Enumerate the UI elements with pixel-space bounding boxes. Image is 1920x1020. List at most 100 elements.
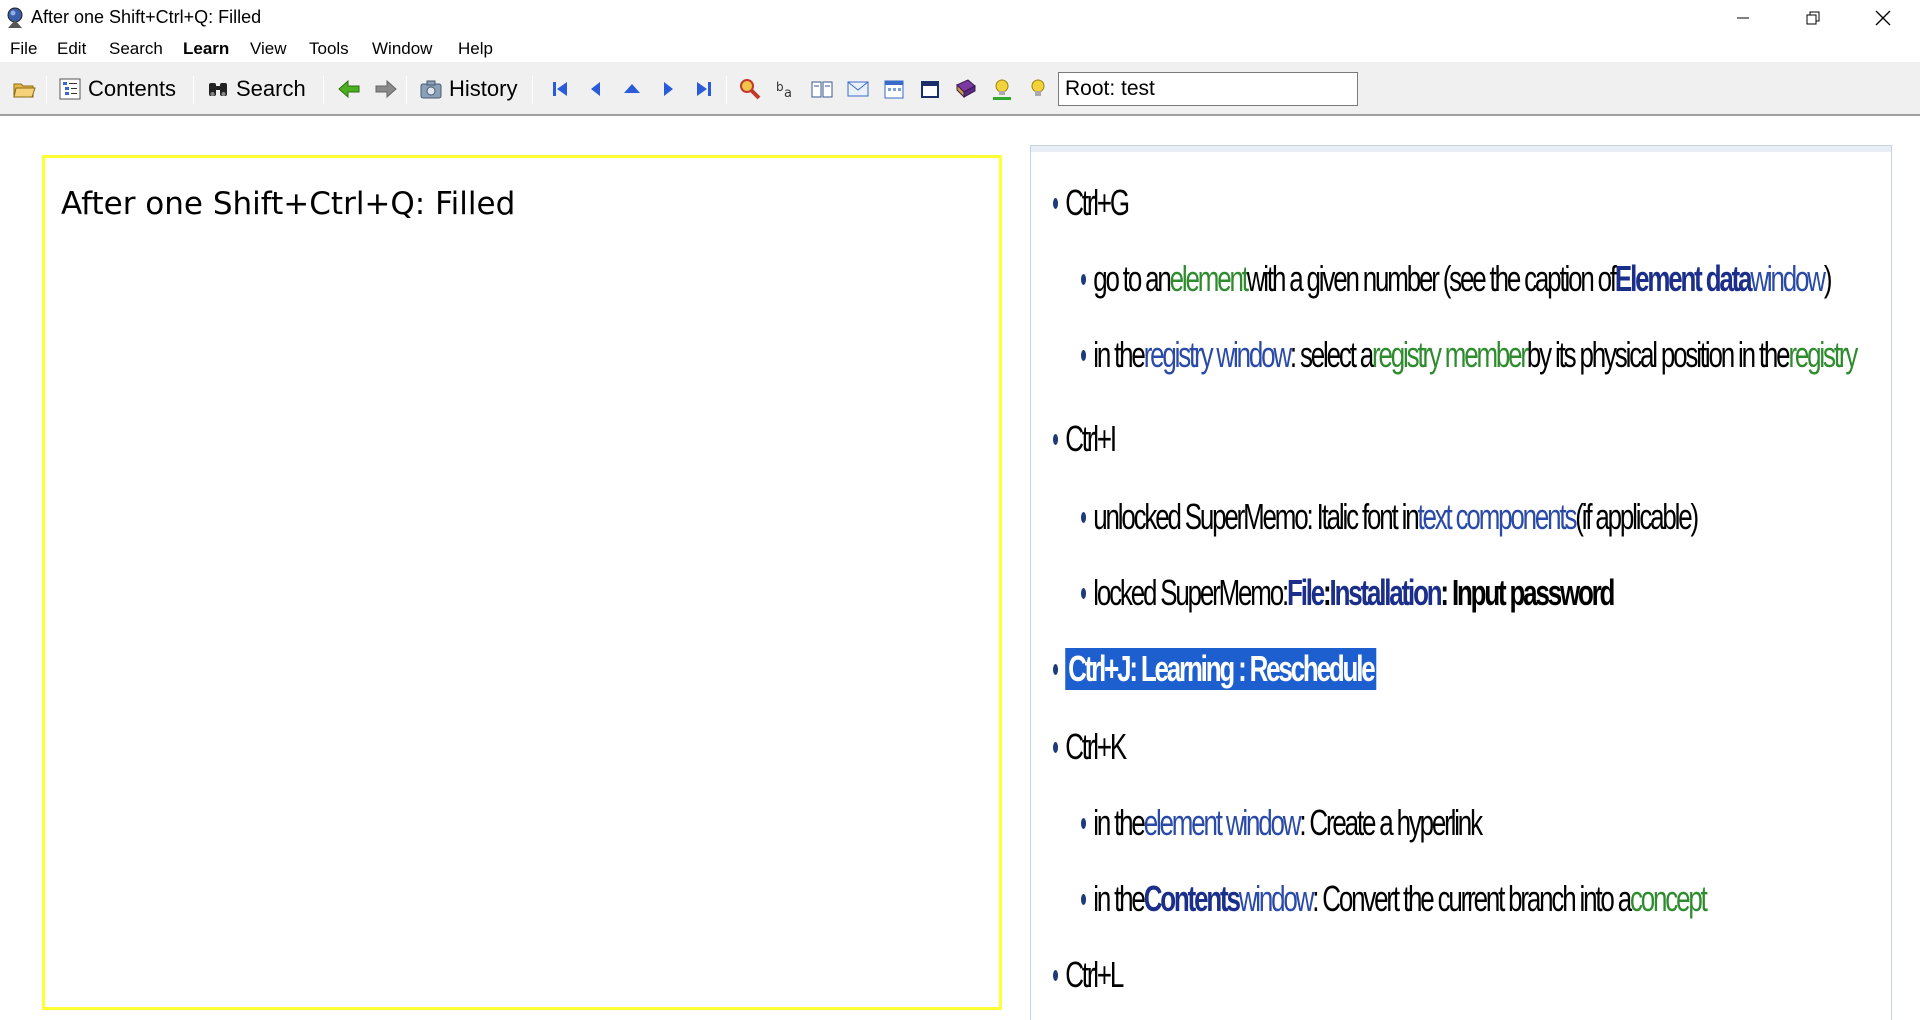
restore-icon	[1806, 11, 1820, 25]
lightbulb-icon	[1031, 79, 1045, 96]
html-content-panel[interactable]: Ctrl+G go to an element with a given num…	[1030, 145, 1892, 1020]
bullet-icon	[1081, 273, 1087, 285]
selected-text[interactable]: Ctrl+J: Learning : Reschedule	[1065, 648, 1377, 690]
supermemo-app-icon[interactable]	[3, 6, 27, 30]
shortcut-label: Ctrl+I	[1065, 418, 1117, 459]
registry-link[interactable]: registry	[1788, 334, 1858, 376]
element-text-panel[interactable]: After one Shift+Ctrl+Q: Filled	[42, 155, 1002, 1010]
window-link[interactable]: window	[1239, 878, 1315, 920]
envelope-icon	[847, 81, 869, 97]
element-link[interactable]: element	[1170, 258, 1249, 300]
text: : select a	[1289, 334, 1374, 375]
mail-button[interactable]	[846, 74, 870, 104]
magnifier-icon	[740, 79, 761, 100]
close-icon	[1875, 10, 1891, 26]
window-title: After one Shift+Ctrl+Q: Filled	[31, 7, 262, 27]
open-book-icon	[811, 81, 833, 98]
root-branch-field[interactable]: Root: test	[1058, 72, 1358, 106]
close-button[interactable]	[1848, 0, 1918, 36]
element-window-link[interactable]: element window	[1144, 802, 1302, 844]
list-item-ctrl-g: Ctrl+G	[1053, 182, 1130, 224]
minimize-button[interactable]	[1708, 0, 1778, 36]
svg-text:a: a	[784, 86, 792, 101]
text: : Create a hyperlink	[1299, 802, 1483, 843]
list-item-ctrl-j: Ctrl+J: Learning : Reschedule	[1053, 648, 1377, 690]
history-button[interactable]: History	[419, 74, 517, 104]
text: go to an	[1093, 258, 1172, 299]
menu-edit[interactable]: Edit	[57, 39, 86, 59]
text: in the	[1093, 802, 1146, 843]
list-item-ctrl-g-element-number: go to an element with a given number (se…	[1081, 258, 1832, 300]
element-data-link[interactable]: Element data	[1615, 258, 1753, 300]
calendar-button[interactable]	[882, 74, 906, 104]
text: : Convert the current branch into a	[1312, 878, 1632, 919]
next-element-button[interactable]	[656, 74, 680, 104]
last-icon	[697, 82, 711, 96]
binoculars-icon	[209, 83, 227, 96]
lightbulb-button[interactable]	[1026, 74, 1050, 104]
spelling-button[interactable]: ba	[774, 74, 798, 104]
menu-search[interactable]: Search	[109, 39, 163, 59]
last-element-button[interactable]	[692, 74, 716, 104]
toolbar-separator	[406, 76, 407, 104]
shortcut-label: Ctrl+K	[1065, 726, 1127, 767]
parent-element-button[interactable]	[620, 74, 644, 104]
installation-link[interactable]: Installation	[1330, 572, 1443, 614]
history-label: History	[449, 76, 518, 101]
menu-window[interactable]: Window	[372, 39, 432, 59]
window-link[interactable]: window	[1750, 258, 1826, 300]
bullet-icon	[1053, 197, 1059, 209]
previous-icon	[591, 82, 600, 96]
text-components-link[interactable]: text components	[1417, 496, 1577, 538]
previous-element-button[interactable]	[584, 74, 608, 104]
green-bulb-button[interactable]	[990, 74, 1014, 104]
next-icon	[664, 82, 673, 96]
open-collection-button[interactable]	[12, 74, 36, 104]
toolbar: Contents Search History ba Root: test	[0, 62, 1920, 116]
calendar-icon	[884, 80, 904, 99]
menu-file[interactable]: File	[10, 39, 37, 59]
menu-learn[interactable]: Learn	[183, 39, 229, 59]
workload-button[interactable]	[810, 74, 834, 104]
find-button[interactable]	[738, 74, 762, 104]
title-bar: After one Shift+Ctrl+Q: Filled	[0, 0, 1920, 36]
file-menu-link[interactable]: File	[1287, 572, 1325, 614]
text: locked SuperMemo:	[1093, 572, 1289, 613]
concept-link[interactable]: concept	[1630, 878, 1708, 920]
element-text[interactable]: After one Shift+Ctrl+Q: Filled	[61, 186, 515, 222]
bullet-icon	[1053, 969, 1059, 981]
knowledge-tree-button[interactable]	[954, 74, 978, 104]
text: with a given number (see the caption of	[1246, 258, 1617, 299]
contents-tree-icon	[59, 78, 81, 100]
registry-window-link[interactable]: registry window	[1144, 334, 1292, 376]
list-item-ctrl-g-registry: in the registry window : select a regist…	[1081, 334, 1858, 376]
bullet-icon	[1081, 817, 1087, 829]
menu-view[interactable]: View	[250, 39, 287, 59]
registry-member-link[interactable]: registry member	[1372, 334, 1529, 376]
bullet-icon	[1053, 741, 1059, 753]
first-element-button[interactable]	[548, 74, 572, 104]
menu-tools[interactable]: Tools	[309, 39, 349, 59]
restore-button[interactable]	[1778, 0, 1848, 36]
forward-button[interactable]	[374, 74, 398, 104]
search-button[interactable]: Search	[206, 74, 306, 104]
toolbar-separator	[532, 76, 533, 104]
first-icon	[553, 82, 567, 96]
input-password-text: : Input password	[1440, 572, 1615, 613]
back-button[interactable]	[337, 74, 361, 104]
green-arrow-left-icon	[338, 79, 360, 99]
list-item-ctrl-i-locked: locked SuperMemo: File : Installation : …	[1081, 572, 1615, 614]
text: in the	[1093, 878, 1146, 919]
shortcut-label: Ctrl+G	[1065, 182, 1130, 223]
shortcut-label: Ctrl+L	[1065, 954, 1124, 995]
contents-link[interactable]: Contents	[1144, 878, 1241, 920]
menu-help[interactable]: Help	[458, 39, 493, 59]
list-item-ctrl-k-hyperlink: in the element window : Create a hyperli…	[1081, 802, 1483, 844]
window-stack-icon	[921, 81, 939, 98]
list-item-ctrl-k-concept: in the Contents window : Convert the cur…	[1081, 878, 1708, 920]
contents-button[interactable]: Contents	[58, 74, 176, 104]
bullet-icon	[1081, 587, 1087, 599]
window-layout-button[interactable]	[918, 74, 942, 104]
contents-label: Contents	[88, 76, 177, 101]
toolbar-separator	[726, 76, 727, 104]
